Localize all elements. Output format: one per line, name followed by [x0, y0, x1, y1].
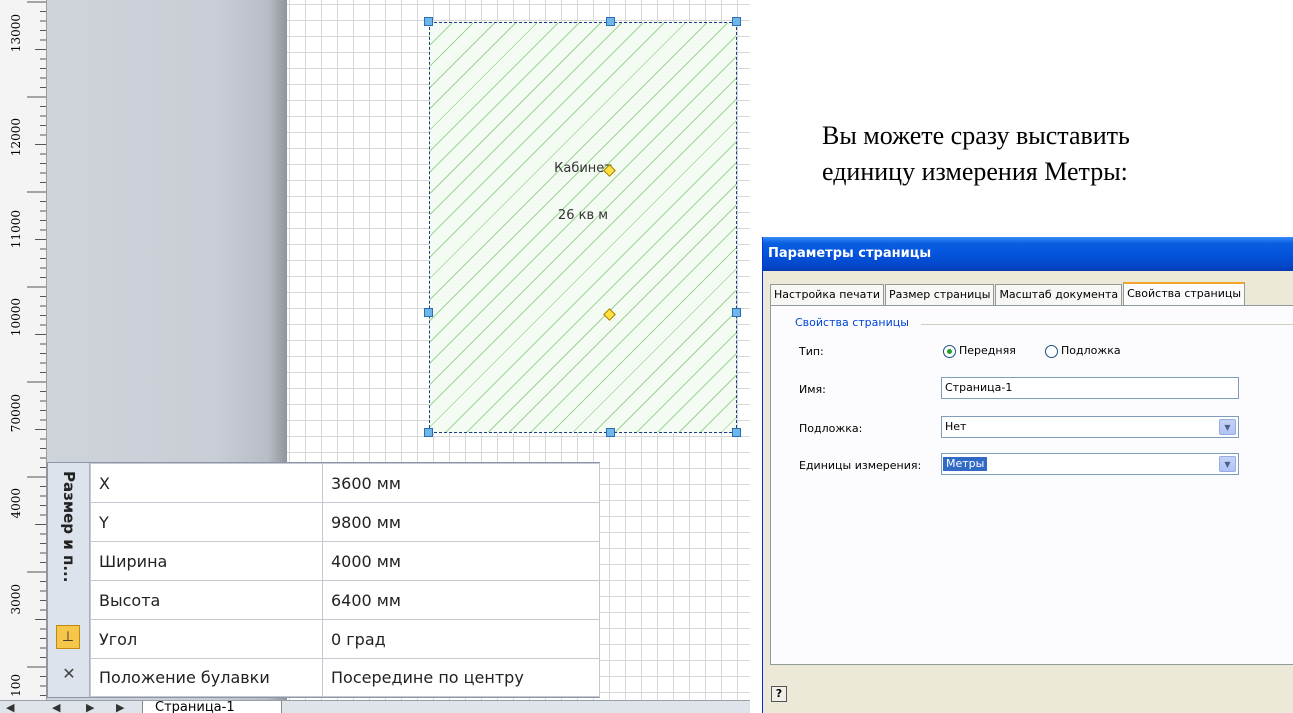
- tab-page-properties[interactable]: Свойства страницы: [1123, 282, 1246, 307]
- selection-handle-bottom-left[interactable]: [424, 428, 433, 437]
- tab-drawing-scale[interactable]: Масштаб документа: [995, 284, 1123, 306]
- size-position-table: X 3600 мм Y 9800 мм Ширина 4000 мм Высот…: [90, 463, 600, 697]
- ruler-label: 13000: [9, 14, 23, 53]
- radio-checked-icon: [943, 344, 956, 358]
- selection-handle-middle-right[interactable]: [732, 308, 741, 317]
- dialog-title[interactable]: Параметры страницы: [763, 237, 1293, 271]
- page-name-input[interactable]: Страница-1: [941, 377, 1239, 399]
- size-position-title: Размер и п...: [60, 471, 78, 583]
- units-label: Единицы измерения:: [799, 459, 922, 472]
- prop-label: Высота: [90, 580, 323, 620]
- prop-value-x[interactable]: 3600 мм: [322, 463, 600, 503]
- prop-value-angle[interactable]: 0 град: [322, 619, 600, 659]
- radio-label: Передняя: [959, 344, 1016, 357]
- prop-value-y[interactable]: 9800 мм: [322, 502, 600, 542]
- group-label: Свойства страницы: [792, 316, 912, 329]
- selection-handle-bottom-center[interactable]: [606, 428, 615, 437]
- caption-line: единицу измерения Метры:: [822, 157, 1128, 186]
- chevron-down-icon[interactable]: ▼: [1219, 456, 1236, 472]
- room-shape-office[interactable]: Кабинет 26 кв м: [429, 22, 737, 433]
- prev-page-icon[interactable]: ◀: [52, 701, 60, 713]
- dialog-tabs: Настройка печати Размер страницы Масштаб д…: [770, 281, 1246, 307]
- tab-page-size[interactable]: Размер страницы: [884, 284, 995, 306]
- shape-area-text: 26 кв м: [557, 208, 609, 223]
- radio-foreground[interactable]: Передняя: [943, 344, 1016, 358]
- prop-label: Угол: [90, 619, 323, 659]
- background-label: Подложка:: [799, 422, 863, 435]
- prop-value-pin-position[interactable]: Посередине по центру: [322, 658, 600, 697]
- help-icon[interactable]: ?: [771, 686, 787, 702]
- pin-icon[interactable]: ⊥: [56, 625, 80, 649]
- ruler-label: 100: [9, 674, 23, 697]
- page-setup-dialog: Параметры страницы Настройка печати Разме…: [762, 237, 1293, 713]
- table-row: Ширина 4000 мм: [90, 541, 600, 581]
- selection-handle-middle-left[interactable]: [424, 308, 433, 317]
- chevron-down-icon[interactable]: ▼: [1219, 419, 1236, 435]
- dialog-tab-panel: Свойства страницы: [770, 305, 1293, 665]
- units-select-value: Метры: [943, 457, 988, 471]
- page-tab-bar: ◀ ◀ ▶ ▶ Страница-1: [0, 700, 750, 713]
- selection-handle-top-left[interactable]: [424, 17, 433, 26]
- selection-handle-top-center[interactable]: [606, 17, 615, 26]
- visio-drawing-area: 13000 12000 11000 10000 70000 4000 3000 …: [0, 0, 750, 713]
- size-position-window: Размер и п... ⊥ ✕ X 3600 мм Y 9800 мм Ши…: [47, 462, 600, 698]
- tab-print-setup[interactable]: Настройка печати: [770, 284, 884, 306]
- last-page-icon[interactable]: ▶: [116, 701, 124, 713]
- next-page-icon[interactable]: ▶: [86, 701, 94, 713]
- name-label: Имя:: [799, 383, 826, 396]
- ruler-label: 70000: [9, 394, 23, 433]
- screenshot-root: 13000 12000 11000 10000 70000 4000 3000 …: [0, 0, 1293, 713]
- ruler-label: 4000: [9, 488, 23, 519]
- prop-value-height[interactable]: 6400 мм: [322, 580, 600, 620]
- prop-value-width[interactable]: 4000 мм: [322, 541, 600, 581]
- radio-label: Подложка: [1061, 344, 1121, 357]
- ruler-label: 12000: [9, 118, 23, 157]
- ruler-label: 3000: [9, 584, 23, 615]
- background-select[interactable]: Нет ▼: [941, 416, 1239, 438]
- radio-background[interactable]: Подложка: [1045, 344, 1121, 358]
- prop-label: Y: [90, 502, 323, 542]
- radio-unchecked-icon: [1045, 344, 1058, 358]
- table-row: Высота 6400 мм: [90, 580, 600, 620]
- table-row: Y 9800 мм: [90, 502, 600, 542]
- page-tab-current[interactable]: Страница-1: [142, 701, 282, 713]
- prop-label: X: [90, 463, 323, 503]
- selection-handle-top-right[interactable]: [732, 17, 741, 26]
- shape-title: Кабинет: [554, 161, 612, 176]
- first-page-icon[interactable]: ◀: [6, 701, 14, 713]
- caption-text: Вы можете сразу выставить единицу измере…: [822, 118, 1262, 190]
- prop-label: Положение булавки: [90, 658, 323, 697]
- type-label: Тип:: [799, 345, 824, 358]
- group-divider: [921, 324, 1293, 325]
- measurement-units-select[interactable]: Метры ▼: [941, 453, 1239, 475]
- vertical-ruler[interactable]: 13000 12000 11000 10000 70000 4000 3000 …: [0, 0, 47, 713]
- table-row: X 3600 мм: [90, 463, 600, 503]
- rotation-pin-handle[interactable]: [603, 308, 616, 321]
- background-select-value: Нет: [945, 420, 967, 433]
- size-position-sidebar: Размер и п... ⊥ ✕: [48, 463, 90, 697]
- ruler-label: 11000: [9, 210, 23, 249]
- ruler-label: 10000: [9, 298, 23, 337]
- close-icon[interactable]: ✕: [58, 663, 80, 685]
- caption-line: Вы можете сразу выставить: [822, 121, 1130, 150]
- table-row: Угол 0 град: [90, 619, 600, 659]
- table-row: Положение булавки Посередине по центру: [90, 658, 600, 697]
- prop-label: Ширина: [90, 541, 323, 581]
- selection-handle-bottom-right[interactable]: [732, 428, 741, 437]
